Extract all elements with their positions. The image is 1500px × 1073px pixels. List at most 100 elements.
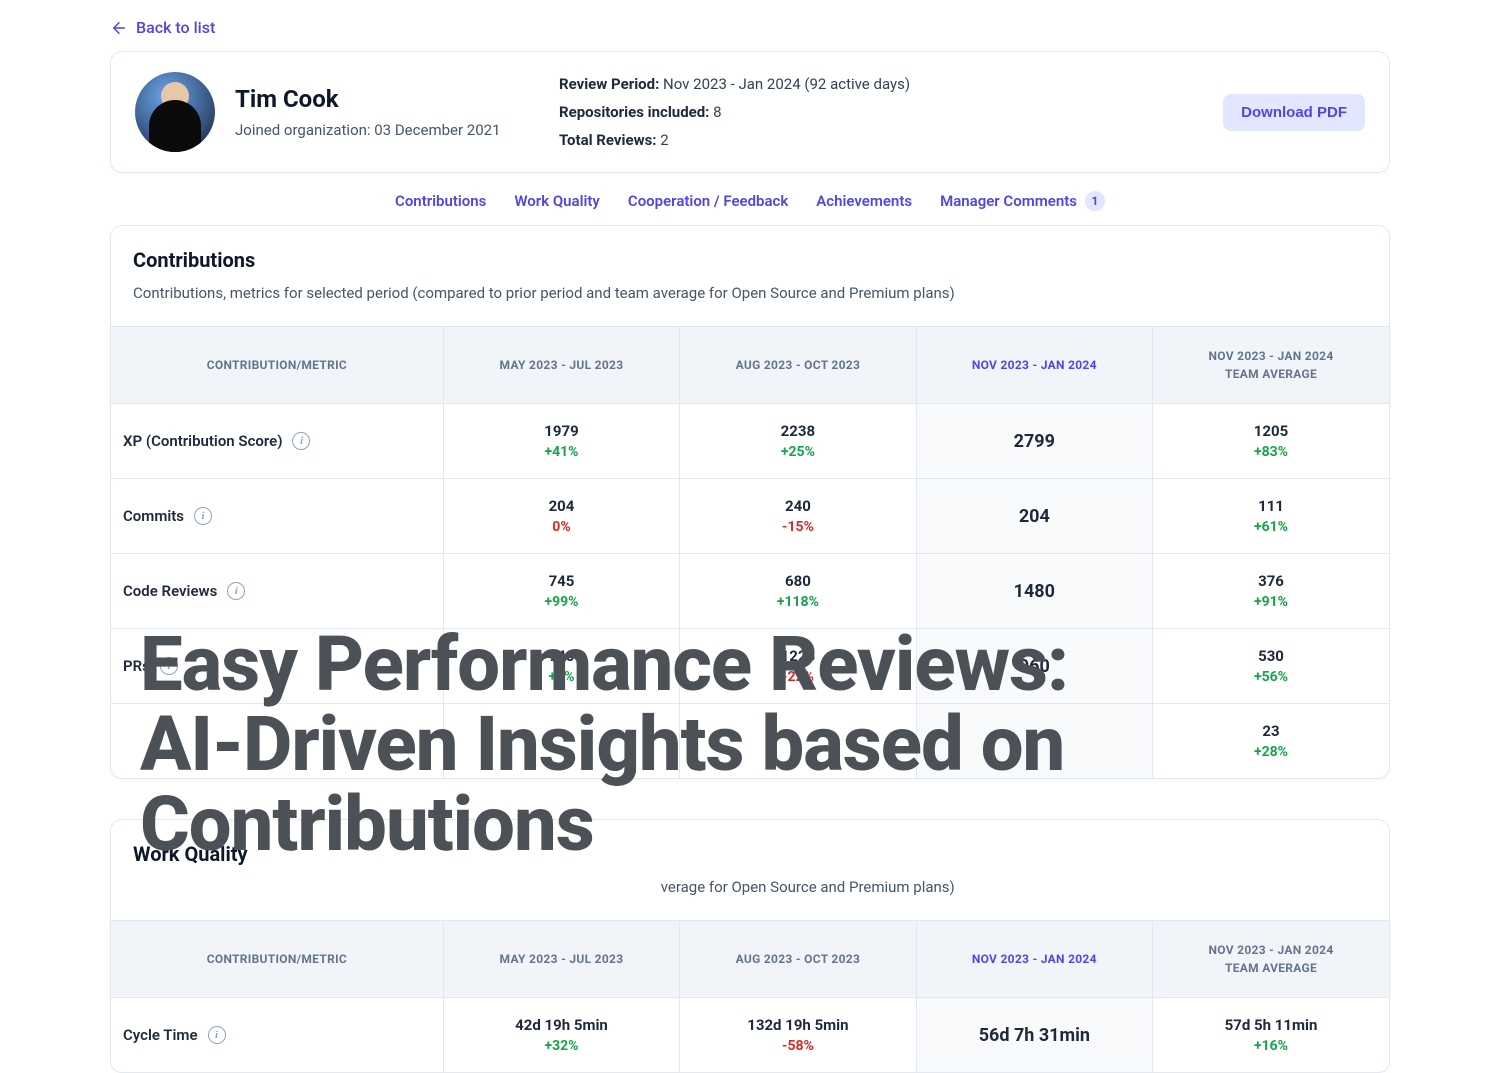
contributions-section: Contributions Contributions, metrics for…: [110, 225, 1390, 779]
section-title: Contributions: [133, 248, 1367, 272]
metric-label: Code Reviews: [123, 582, 217, 600]
metric-value: 680: [785, 572, 811, 590]
metric-value: 530: [1258, 647, 1284, 665]
metric-delta: +61%: [1165, 519, 1377, 535]
metric-value-cell: 23 +28%: [1153, 704, 1389, 779]
manager-comments-count-badge: 1: [1085, 191, 1105, 211]
back-label: Back to list: [136, 18, 215, 37]
metric-value-cell: [443, 704, 679, 779]
metric-value: 940: [549, 647, 575, 665]
metric-value-cell: 1205+83%: [1153, 404, 1389, 479]
info-icon[interactable]: i: [227, 582, 245, 600]
review-period: Review Period: Nov 2023 - Jan 2024 (92 a…: [559, 75, 1199, 93]
metric-value-cell: 42d 19h 5min +32%: [443, 998, 679, 1073]
metric-value-cell: 132d 19h 5min -58%: [680, 998, 916, 1073]
table-row: Code Reviews i 745 +99% 680 +118% 1480 376+91%: [111, 554, 1389, 629]
tab-manager-comments[interactable]: Manager Comments 1: [940, 191, 1105, 211]
table-row: PRsi940+2%1225-22%960530+56%: [111, 629, 1389, 704]
metric-name-cell: PRsi: [111, 629, 443, 704]
back-to-list-link[interactable]: Back to list: [110, 0, 215, 51]
metric-value: 204: [1019, 506, 1050, 527]
metric-delta: +56%: [1165, 669, 1377, 685]
metric-value: 960: [1019, 656, 1050, 677]
metric-value: 1979: [544, 422, 578, 440]
metric-delta: -58%: [692, 1038, 903, 1054]
metric-value: 111: [1258, 497, 1284, 515]
metric-value: 745: [549, 572, 575, 590]
col-team: NOV 2023 - JAN 2024TEAM AVERAGE: [1153, 921, 1389, 998]
metric-value: 23: [1262, 722, 1279, 740]
col-period2: AUG 2023 - OCT 2023: [680, 327, 916, 404]
tabs: Contributions Work Quality Cooperation /…: [110, 173, 1390, 225]
metric-value: 42d 19h 5min: [515, 1016, 608, 1034]
metric-value: 57d 5h 11min: [1225, 1016, 1318, 1034]
metric-value-cell: [680, 704, 916, 779]
profile-name: Tim Cook: [235, 85, 501, 113]
download-pdf-button[interactable]: Download PDF: [1223, 94, 1365, 131]
work-quality-table: CONTRIBUTION/METRIC MAY 2023 - JUL 2023 …: [111, 920, 1389, 1072]
metric-delta: +41%: [456, 444, 667, 460]
metric-value: 2799: [1014, 431, 1055, 452]
metric-value: 1205: [1254, 422, 1288, 440]
tab-achievements[interactable]: Achievements: [816, 191, 912, 211]
metric-value-cell: 204: [916, 479, 1152, 554]
metric-value: 132d 19h 5min: [747, 1016, 848, 1034]
metric-name-cell: Code Reviews i: [111, 554, 443, 629]
col-team: NOV 2023 - JAN 2024TEAM AVERAGE: [1153, 327, 1389, 404]
metric-value: 2238: [781, 422, 815, 440]
info-icon[interactable]: i: [292, 432, 310, 450]
section-subtitle: Contributions, metrics for selected peri…: [133, 878, 1367, 896]
table-row: Commits i 2040%240-15% 204 111 +61%: [111, 479, 1389, 554]
metric-value-cell: 1225 -22%: [680, 629, 916, 704]
section-subtitle: Contributions, metrics for selected peri…: [133, 284, 1367, 302]
table-row: 23 +28%: [111, 704, 1389, 779]
metric-value-cell: 2040%: [443, 479, 679, 554]
work-quality-section: Work Quality Contributions, metrics for …: [110, 819, 1390, 1073]
metric-value-cell: 240-15%: [680, 479, 916, 554]
metric-delta: +28%: [1165, 744, 1377, 760]
info-icon[interactable]: i: [160, 657, 178, 675]
metric-delta: +99%: [456, 594, 667, 610]
col-period1: MAY 2023 - JUL 2023: [443, 327, 679, 404]
metric-value-cell: [916, 704, 1152, 779]
metric-label: Commits: [123, 507, 184, 525]
metric-delta: 0%: [456, 519, 667, 535]
avatar: [135, 72, 215, 152]
contributions-table: CONTRIBUTION/METRIC MAY 2023 - JUL 2023 …: [111, 326, 1389, 778]
tab-work-quality[interactable]: Work Quality: [514, 191, 600, 211]
table-row: XP (Contribution Score)i1979+41%2238+25%…: [111, 404, 1389, 479]
profile-joined: Joined organization: 03 December 2021: [235, 121, 501, 139]
metric-value-cell: 940+2%: [443, 629, 679, 704]
metric-delta: +118%: [692, 594, 903, 610]
metric-value-cell: 57d 5h 11min +16%: [1153, 998, 1389, 1073]
metric-delta: +2%: [456, 669, 667, 685]
metric-delta: +16%: [1165, 1038, 1377, 1054]
metric-value: 376: [1258, 572, 1284, 590]
metric-label: PRs: [123, 657, 150, 675]
metric-name-cell: Commits i: [111, 479, 443, 554]
info-icon[interactable]: i: [208, 1026, 226, 1044]
metric-value-cell: 680 +118%: [680, 554, 916, 629]
tab-cooperation[interactable]: Cooperation / Feedback: [628, 191, 788, 211]
metric-delta: -15%: [692, 519, 903, 535]
info-icon[interactable]: i: [194, 507, 212, 525]
metric-value-cell: 376+91%: [1153, 554, 1389, 629]
total-reviews: Total Reviews: 2: [559, 131, 1199, 149]
col-current: NOV 2023 - JAN 2024: [916, 327, 1152, 404]
metric-value: 1480: [1014, 581, 1055, 602]
col-metric: CONTRIBUTION/METRIC: [111, 327, 443, 404]
metric-label: XP (Contribution Score): [123, 432, 282, 450]
metric-value: 1225: [781, 647, 815, 665]
metric-delta: +32%: [456, 1038, 667, 1054]
metric-value-cell: 960: [916, 629, 1152, 704]
col-metric: CONTRIBUTION/METRIC: [111, 921, 443, 998]
metric-delta: -22%: [692, 669, 903, 685]
tab-contributions[interactable]: Contributions: [395, 191, 486, 211]
metric-name-cell: [111, 704, 443, 779]
arrow-left-icon: [110, 19, 128, 37]
table-row: Cycle Time i 42d 19h 5min +32% 132d 19h 5min…: [111, 998, 1389, 1073]
col-current: NOV 2023 - JAN 2024: [916, 921, 1152, 998]
metric-label: Cycle Time: [123, 1026, 198, 1044]
metric-value-cell: 530 +56%: [1153, 629, 1389, 704]
col-period1: MAY 2023 - JUL 2023: [443, 921, 679, 998]
